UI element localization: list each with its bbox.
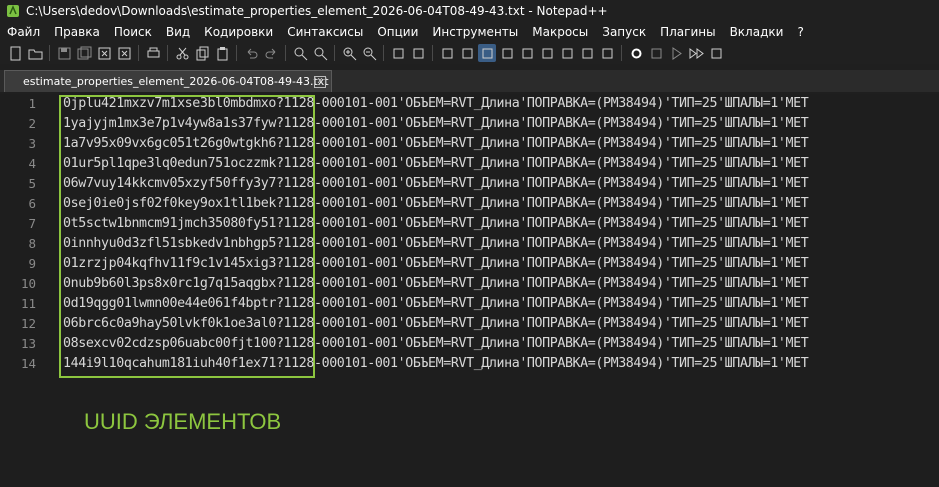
code-line[interactable]: 0jplu421mxzv7m1xse3bl0mbdmxo?1128-000101…	[63, 96, 809, 111]
line-number: 1	[28, 96, 36, 111]
toolbar	[0, 42, 939, 64]
save-macro-icon[interactable]	[707, 44, 725, 62]
replace-icon[interactable]	[311, 44, 329, 62]
close-all-icon[interactable]	[115, 44, 133, 62]
menu-item-5[interactable]: Синтаксисы	[287, 25, 363, 39]
save-all-icon[interactable]	[75, 44, 93, 62]
menu-item-1[interactable]: Правка	[54, 25, 100, 39]
paste-icon[interactable]	[213, 44, 231, 62]
tab-label: estimate_properties_element_2026-06-04T0…	[23, 75, 329, 88]
sync-vertical-icon[interactable]	[389, 44, 407, 62]
tab-close-icon[interactable]: x	[314, 76, 326, 88]
open-file-icon[interactable]	[26, 44, 44, 62]
play-macro-icon[interactable]	[667, 44, 685, 62]
line-number: 12	[20, 316, 36, 331]
xml-tag-icon[interactable]	[498, 44, 516, 62]
code-line[interactable]: 144i9l10qcahum181iuh40f1ex71?1128-000101…	[63, 356, 809, 371]
find-icon[interactable]	[291, 44, 309, 62]
toolbar-separator	[621, 45, 622, 61]
run-macro-multiple-icon[interactable]	[687, 44, 705, 62]
sync-horizontal-icon[interactable]	[409, 44, 427, 62]
copy-icon[interactable]	[193, 44, 211, 62]
redo-icon[interactable]	[262, 44, 280, 62]
undo-icon[interactable]	[242, 44, 260, 62]
code-line[interactable]: 1yajyjm1mx3e7p1v4yw8a1s37fyw?1128-000101…	[63, 116, 809, 131]
code-line[interactable]: 01zrzjp04kqfhv11f9c1v145xig3?1128-000101…	[63, 256, 809, 271]
code-line[interactable]: 0sej0ie0jsf02f0key9ox1tl1bek?1128-000101…	[63, 196, 809, 211]
code-line[interactable]: 1a7v95x09vx6gc051t26g0wtgkh6?1128-000101…	[63, 136, 809, 151]
toolbar-separator	[334, 45, 335, 61]
menu-item-4[interactable]: Кодировки	[204, 25, 273, 39]
toolbar-separator	[383, 45, 384, 61]
code-line[interactable]: 06brc6c0a9hay50lvkf0k1oe3al0?1128-000101…	[63, 316, 809, 331]
indent-guide-icon[interactable]	[478, 44, 496, 62]
code-line[interactable]: 0t5sctw1bnmcm91jmch35080fy51?1128-000101…	[63, 216, 809, 231]
menu-item-3[interactable]: Вид	[166, 25, 190, 39]
print-icon[interactable]	[144, 44, 162, 62]
code-line[interactable]: 01ur5pl1qpe3lq0edun751oczzmk?1128-000101…	[63, 156, 809, 171]
menu-item-12[interactable]: ?	[797, 25, 803, 39]
line-number: 7	[28, 216, 36, 231]
record-macro-icon[interactable]	[627, 44, 645, 62]
line-number-gutter: 1 2 3 4 5 6 7 8 9 10 11 12 13 14	[0, 94, 56, 487]
uuid-annotation-label: UUID ЭЛЕМЕНТОВ	[84, 409, 282, 434]
code-line[interactable]: 0innhyu0d3zfl51sbkedv1nbhgp5?1128-000101…	[63, 236, 809, 251]
menu-item-6[interactable]: Опции	[377, 25, 418, 39]
toolbar-separator	[138, 45, 139, 61]
monitoring-icon[interactable]	[578, 44, 596, 62]
show-all-chars-icon[interactable]	[458, 44, 476, 62]
line-number: 5	[28, 176, 36, 191]
new-file-icon[interactable]	[6, 44, 24, 62]
folder-workspace-icon[interactable]	[538, 44, 556, 62]
toolbar-separator	[236, 45, 237, 61]
line-number: 8	[28, 236, 36, 251]
screenshot-icon[interactable]	[598, 44, 616, 62]
line-number: 3	[28, 136, 36, 151]
line-number: 14	[20, 356, 36, 371]
menu-bar: Файл Правка Поиск Вид Кодировки Синтаксисы Опц…	[0, 22, 939, 42]
toolbar-separator	[49, 45, 50, 61]
function-list-icon[interactable]	[558, 44, 576, 62]
menu-item-2[interactable]: Поиск	[114, 25, 152, 39]
notepad-plus-plus-logo-icon	[6, 4, 20, 18]
toolbar-separator	[432, 45, 433, 61]
line-number: 4	[28, 156, 36, 171]
line-number: 10	[20, 276, 36, 291]
line-number: 11	[20, 296, 36, 311]
code-line[interactable]: 0nub9b60l3ps8x0rc1g7q15aqgbx?1128-000101…	[63, 276, 809, 291]
title-bar: C:\Users\dedov\Downloads\estimate_proper…	[0, 0, 939, 22]
menu-item-10[interactable]: Плагины	[660, 25, 715, 39]
tab-active-file[interactable]: estimate_properties_element_2026-06-04T0…	[4, 70, 332, 92]
toolbar-separator	[285, 45, 286, 61]
line-number: 9	[28, 256, 36, 271]
line-number: 2	[28, 116, 36, 131]
code-line[interactable]: 08sexcv02cdzsp06uabc00fjt100?1128-000101…	[63, 336, 809, 351]
zoom-out-icon[interactable]	[360, 44, 378, 62]
toolbar-separator	[167, 45, 168, 61]
menu-item-11[interactable]: Вкладки	[730, 25, 784, 39]
menu-item-8[interactable]: Макросы	[532, 25, 588, 39]
window-title: C:\Users\dedov\Downloads\estimate_proper…	[26, 4, 608, 18]
line-number: 13	[20, 336, 36, 351]
editor-area[interactable]: 1 2 3 4 5 6 7 8 9 10 11 12 13 14 UUID ЭЛЕМЕНТОВ 0jplu…	[0, 94, 939, 487]
code-line[interactable]: 06w7vuy14kkcmv05xzyf50ffy3y7?1128-000101…	[63, 176, 809, 191]
code-line[interactable]: 0d19qgg01lwmn00e44e061f4bptr?1128-000101…	[63, 296, 809, 311]
save-icon[interactable]	[55, 44, 73, 62]
line-number: 6	[28, 196, 36, 211]
menu-item-7[interactable]: Инструменты	[432, 25, 518, 39]
menu-item-0[interactable]: Файл	[7, 25, 40, 39]
cut-icon[interactable]	[173, 44, 191, 62]
zoom-in-icon[interactable]	[340, 44, 358, 62]
word-wrap-icon[interactable]	[438, 44, 456, 62]
document-map-icon[interactable]	[518, 44, 536, 62]
menu-item-9[interactable]: Запуск	[602, 25, 646, 39]
tab-bar: estimate_properties_element_2026-06-04T0…	[0, 70, 939, 92]
close-icon[interactable]	[95, 44, 113, 62]
stop-macro-icon[interactable]	[647, 44, 665, 62]
